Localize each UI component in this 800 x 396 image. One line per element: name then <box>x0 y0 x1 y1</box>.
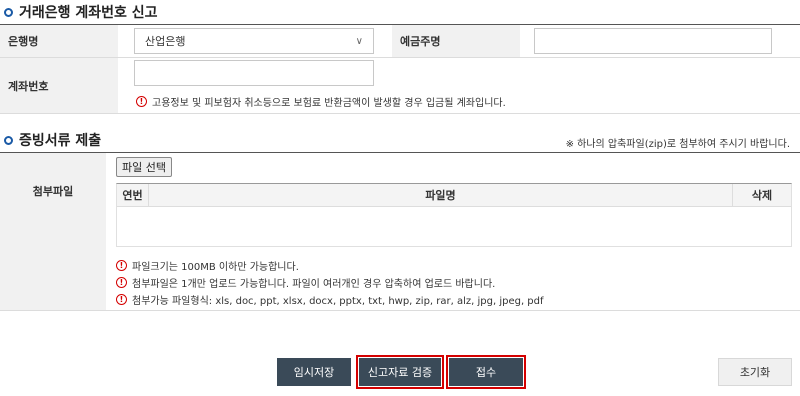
account-holder-input[interactable] <box>534 28 772 54</box>
exclamation-circle-icon: ! <box>116 294 127 305</box>
attachment-label: 첨부파일 <box>0 153 106 310</box>
section-title-documents: 증빙서류 제출 <box>4 130 101 150</box>
zip-note: ※ 하나의 압축파일(zip)로 첨부하여 주시기 바랍니다. <box>565 139 790 150</box>
column-header-filename: 파일명 <box>149 184 733 206</box>
temp-save-button[interactable]: 임시저장 <box>277 358 351 386</box>
account-warning-text: 고용정보 및 피보험자 취소등으로 보험료 반환금액이 발생할 경우 입금될 계… <box>152 98 506 109</box>
file-table: 연번 파일명 삭제 <box>116 183 792 247</box>
divider <box>0 113 800 114</box>
divider <box>0 152 800 153</box>
verify-report-button[interactable]: 신고자료 검증 <box>356 355 444 389</box>
section-title-text: 증빙서류 제출 <box>19 133 102 149</box>
file-format-warning: ! 첨부가능 파일형식: xls, doc, ppt, xlsx, docx, … <box>116 292 544 307</box>
bank-select[interactable]: 산업은행 ∨ <box>134 28 374 54</box>
file-table-body <box>117 207 791 241</box>
divider <box>0 310 800 311</box>
file-size-warning: ! 파일크기는 100MB 이하만 가능합니다. <box>116 258 299 273</box>
reset-button[interactable]: 초기화 <box>718 358 792 386</box>
section-title-text: 거래은행 계좌번호 신고 <box>19 5 158 21</box>
warning-text: 파일크기는 100MB 이하만 가능합니다. <box>132 262 299 273</box>
bank-select-value: 산업은행 <box>145 35 186 48</box>
account-warning: ! 고용정보 및 피보험자 취소등으로 보험료 반환금액이 발생할 경우 입금될… <box>136 94 506 109</box>
warning-text: 첨부가능 파일형식: xls, doc, ppt, xlsx, docx, pp… <box>132 296 544 307</box>
file-select-button[interactable]: 파일 선택 <box>116 157 172 177</box>
account-number-input[interactable] <box>134 60 374 86</box>
file-table-header: 연번 파일명 삭제 <box>117 184 791 207</box>
circle-bullet-icon <box>4 135 13 145</box>
chevron-down-icon: ∨ <box>355 35 363 47</box>
file-count-warning: ! 첨부파일은 1개만 업로드 가능합니다. 파일이 여러개인 경우 압축하여 … <box>116 275 495 290</box>
exclamation-circle-icon: ! <box>116 277 127 288</box>
warning-text: 첨부파일은 1개만 업로드 가능합니다. 파일이 여러개인 경우 압축하여 업로… <box>132 279 496 290</box>
column-header-delete: 삭제 <box>751 189 773 202</box>
exclamation-circle-icon: ! <box>136 96 147 107</box>
account-holder-label: 예금주명 <box>392 25 520 57</box>
exclamation-circle-icon: ! <box>116 260 127 271</box>
bank-name-label: 은행명 <box>0 25 118 57</box>
section-title-bank-account: 거래은행 계좌번호 신고 <box>4 2 158 22</box>
account-number-label: 계좌번호 <box>0 58 118 113</box>
column-header-number: 연번 <box>117 184 149 206</box>
circle-bullet-icon <box>4 7 13 17</box>
submit-button[interactable]: 접수 <box>446 355 526 389</box>
divider <box>0 57 800 58</box>
